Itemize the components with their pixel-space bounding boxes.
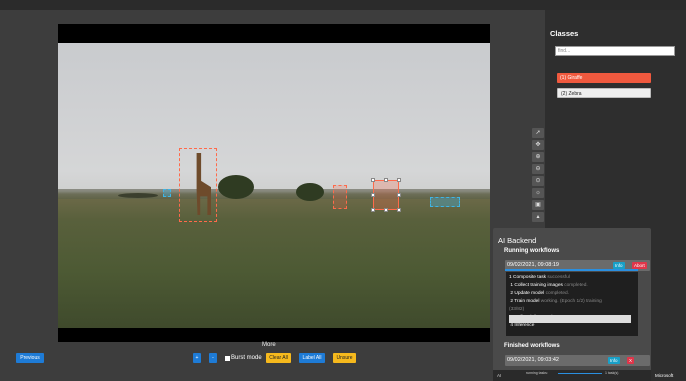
remove-button[interactable]: - xyxy=(209,353,217,363)
resize-handle[interactable] xyxy=(384,178,388,182)
giraffe-bounding-box[interactable] xyxy=(179,148,217,222)
close-button[interactable]: X xyxy=(627,357,635,364)
annotation-image[interactable] xyxy=(58,43,490,328)
unsure-button[interactable]: Unsure xyxy=(333,353,356,363)
select-icon[interactable]: ➚ xyxy=(532,128,544,138)
running-tasks-label: running tasks: xyxy=(526,371,548,375)
workflow-progress-bar xyxy=(505,269,638,271)
info-button[interactable]: Info xyxy=(608,357,620,364)
selected-giraffe-bounding-box[interactable] xyxy=(371,178,401,212)
classes-title: Classes xyxy=(550,29,579,38)
expand-up-icon[interactable]: ▴ xyxy=(532,212,544,222)
zebra-bounding-box[interactable] xyxy=(163,189,171,197)
class-item-giraffe[interactable]: (1) Giraffe xyxy=(557,73,651,83)
resize-handle[interactable] xyxy=(397,193,401,197)
resize-handle[interactable] xyxy=(397,178,401,182)
abort-button[interactable]: Abort xyxy=(632,262,647,269)
class-search-input[interactable]: find... xyxy=(555,46,675,56)
ai-status-label: AI xyxy=(497,373,502,378)
task-item: 1 Composite task successful xyxy=(509,275,570,280)
tree xyxy=(296,183,324,201)
running-workflows-heading: Running workflows xyxy=(504,248,560,254)
add-button[interactable]: + xyxy=(193,353,201,363)
task-progress-bar xyxy=(509,315,631,323)
task-list: 1 Composite task successful 1 Collect tr… xyxy=(506,272,638,336)
resize-handle[interactable] xyxy=(371,193,375,197)
resize-handle[interactable] xyxy=(371,208,375,212)
tree xyxy=(218,175,254,199)
more-link[interactable]: More xyxy=(262,342,276,348)
workflow-date: 09/02/2021, 09:03:42 xyxy=(507,357,559,363)
fullscreen-icon[interactable]: ▣ xyxy=(532,200,544,210)
tool-palette: ➚ ✥ ⊕ ⊖ ⊙ ☼ ▣ ▴ xyxy=(532,128,544,222)
zebra-bounding-box[interactable] xyxy=(430,197,460,207)
tasks-count: 1 task(s) xyxy=(605,371,619,375)
burst-mode-label: Burst mode xyxy=(231,355,262,361)
image-viewer[interactable] xyxy=(58,24,490,342)
ai-backend-title: AI Backend xyxy=(498,236,537,245)
task-item: 2 Update model completed. xyxy=(510,291,570,296)
reset-zoom-icon[interactable]: ⊙ xyxy=(532,176,544,186)
tree xyxy=(118,193,158,198)
zoom-in-icon[interactable]: ⊕ xyxy=(532,152,544,162)
task-item: 2 Train model working. (Epoch 1/2) train… xyxy=(510,299,602,304)
previous-button[interactable]: Previous xyxy=(16,353,44,363)
task-item: 4 Inference xyxy=(510,323,535,328)
label-all-button[interactable]: Label All xyxy=(299,353,325,363)
status-bar: AI running tasks: 1 task(s) xyxy=(493,370,651,381)
finished-workflows-heading: Finished workflows xyxy=(504,343,560,349)
resize-handle[interactable] xyxy=(384,208,388,212)
brightness-icon[interactable]: ☼ xyxy=(532,188,544,198)
info-button[interactable]: Info xyxy=(613,262,625,269)
app-window: More Previous + - Burst mode Clear All L… xyxy=(0,0,686,381)
move-icon[interactable]: ✥ xyxy=(532,140,544,150)
resize-handle[interactable] xyxy=(397,208,401,212)
microsoft-logo: Microsoft xyxy=(655,373,674,378)
class-item-zebra[interactable]: (2) Zebra xyxy=(557,88,651,98)
burst-mode-checkbox[interactable] xyxy=(225,355,230,361)
giraffe-bounding-box[interactable] xyxy=(333,185,347,209)
clear-all-button[interactable]: Clear All xyxy=(266,353,291,363)
workflow-date: 09/02/2021, 09:08:19 xyxy=(507,262,559,268)
top-bar xyxy=(0,0,686,10)
zoom-out-icon[interactable]: ⊖ xyxy=(532,164,544,174)
task-progress xyxy=(558,373,602,374)
resize-handle[interactable] xyxy=(371,178,375,182)
task-item: (33/82) xyxy=(509,307,525,312)
burst-mode-toggle[interactable]: Burst mode xyxy=(225,355,262,361)
finished-workflow-row[interactable]: 09/02/2021, 09:03:42 Info X xyxy=(505,355,650,366)
task-item: 1 Collect training images completed. xyxy=(510,283,588,288)
